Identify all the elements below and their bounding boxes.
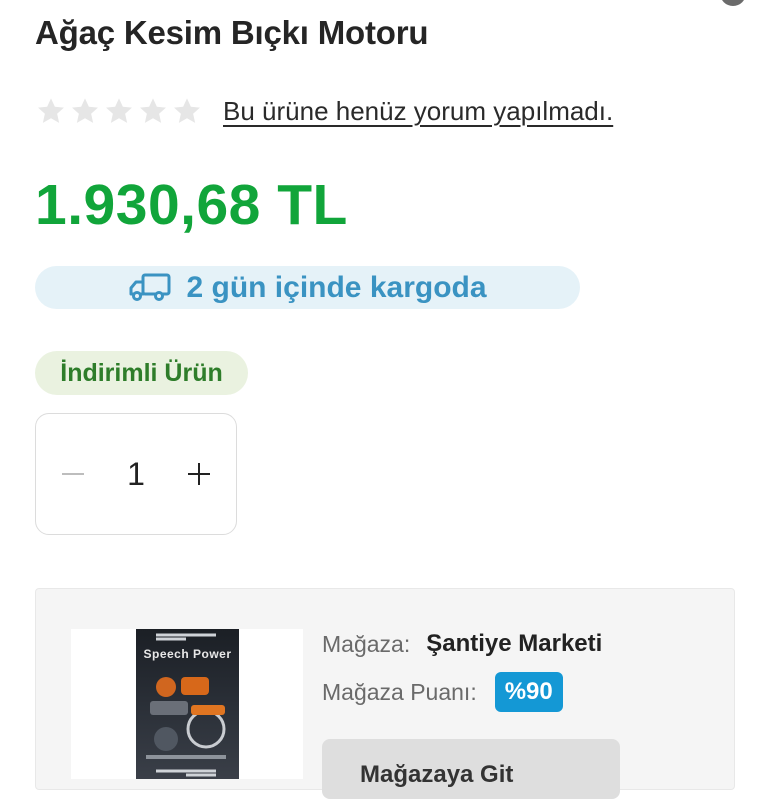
star-icon [38, 98, 64, 123]
shipping-banner: 2 gün içinde kargoda [35, 266, 580, 309]
star-icon [72, 98, 98, 123]
store-score-badge: %90 [494, 672, 563, 712]
store-score-label: Mağaza Puanı: [322, 678, 477, 705]
go-to-store-button[interactable]: Mağazaya Git [322, 739, 620, 799]
star-icon [140, 98, 166, 123]
thumbnail-brand-text: Speech Power [143, 647, 232, 661]
store-label: Mağaza: [322, 630, 411, 657]
plus-icon [187, 463, 210, 485]
rating-stars [35, 95, 203, 127]
store-card: Speech Power Mağaza: Şantiye Marketi Mağ… [35, 588, 735, 799]
store-name-link[interactable]: Şantiye Marketi [426, 630, 602, 658]
decrease-quantity-button[interactable] [58, 459, 88, 489]
minus-icon [62, 473, 84, 475]
product-title: Ağaç Kesim Bıçkı Motoru [35, 14, 429, 51]
star-icon [106, 98, 132, 123]
product-thumbnail-image: Speech Power [136, 629, 239, 779]
star-icon [174, 98, 200, 123]
quantity-value[interactable]: 1 [127, 456, 145, 493]
increase-quantity-button[interactable] [184, 459, 214, 489]
quantity-stepper: 1 [35, 413, 237, 535]
discount-badge: İndirimli Ürün [35, 351, 248, 395]
product-price: 1.930,68 TL [35, 173, 348, 237]
rating-row: Bu ürüne henüz yorum yapılmadı. [35, 95, 613, 127]
shipping-text: 2 gün içinde kargoda [186, 270, 487, 304]
corner-indicator [720, 0, 746, 6]
store-score-row: Mağaza Puanı: %90 [322, 672, 602, 712]
store-thumbnail[interactable]: Speech Power [71, 629, 303, 779]
reviews-link[interactable]: Bu ürüne henüz yorum yapılmadı. [223, 96, 613, 127]
store-name-row: Mağaza: Şantiye Marketi [322, 629, 602, 659]
truck-icon [129, 273, 171, 301]
store-info: Mağaza: Şantiye Marketi Mağaza Puanı: %9… [322, 629, 602, 725]
